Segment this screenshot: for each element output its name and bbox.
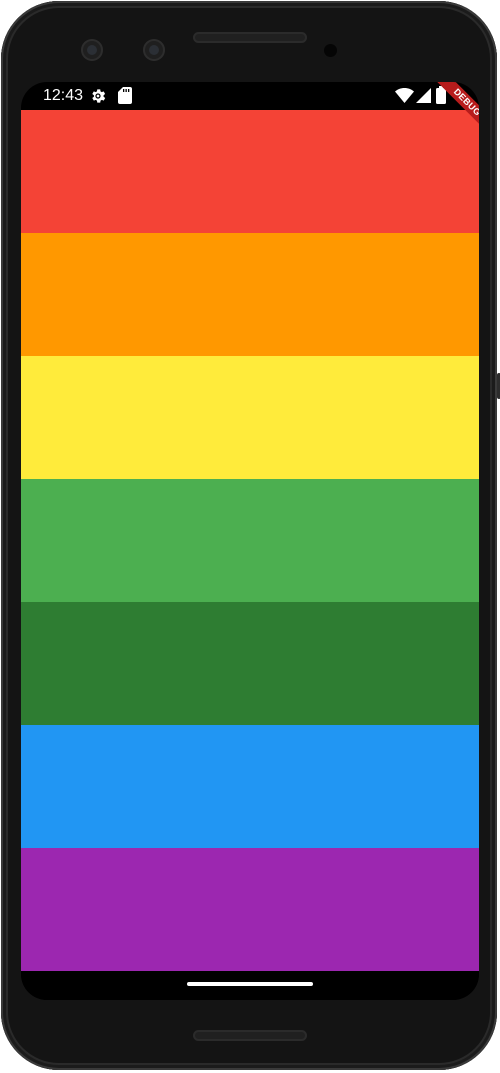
proximity-sensor	[324, 44, 337, 57]
stripe-blue	[21, 725, 479, 848]
stripe-red	[21, 110, 479, 233]
bottom-speaker	[193, 1030, 307, 1041]
cellular-signal-icon	[416, 88, 431, 103]
stripe-purple	[21, 848, 479, 971]
battery-icon	[436, 86, 446, 104]
navigation-bar	[21, 971, 479, 1000]
home-gesture-handle[interactable]	[187, 982, 313, 986]
settings-gear-icon	[92, 89, 106, 103]
front-camera-left	[81, 39, 103, 61]
sd-card-icon	[118, 87, 132, 104]
screen: 12:43 DEBUG	[21, 82, 479, 1000]
phone-frame: 12:43 DEBUG	[1, 1, 500, 1070]
stripe-yellow	[21, 356, 479, 479]
stripe-orange	[21, 233, 479, 356]
stripe-dark-green	[21, 602, 479, 725]
status-bar: 12:43	[21, 82, 479, 110]
earpiece-speaker	[193, 32, 307, 43]
wifi-icon	[395, 88, 414, 103]
front-camera-right	[143, 39, 165, 61]
stripe-green	[21, 479, 479, 602]
rainbow-stripes	[21, 110, 479, 971]
status-time: 12:43	[43, 87, 84, 104]
